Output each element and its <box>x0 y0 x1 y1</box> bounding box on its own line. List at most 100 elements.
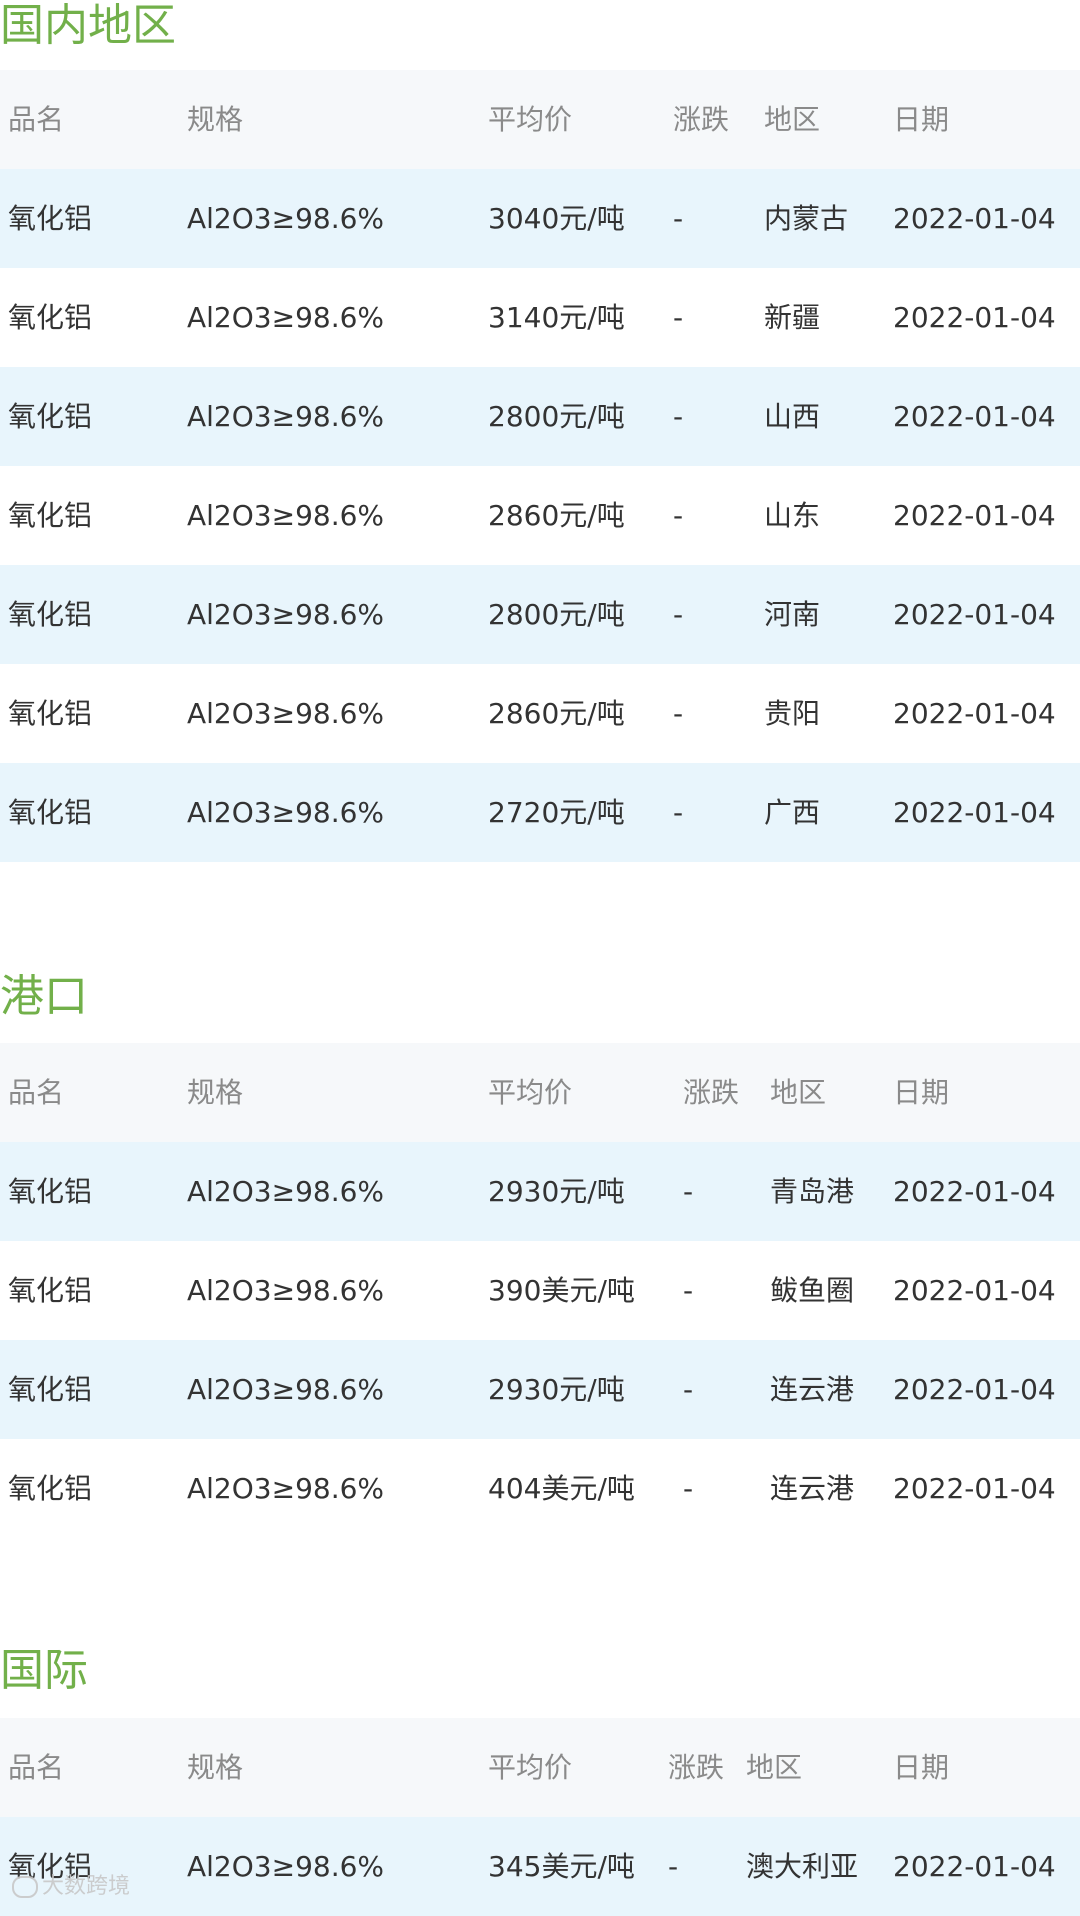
cell-spec: Al2O3≥98.6% <box>187 796 385 829</box>
cell-change: - <box>673 499 684 532</box>
cell-region: 鲅鱼圈 <box>770 1274 855 1307</box>
cell-price: 2800元/吨 <box>488 598 625 631</box>
section-title-international: 国际 <box>0 1645 88 1696</box>
cell-date: 2022-01-04 <box>893 400 1056 433</box>
cell-region: 青岛港 <box>770 1175 855 1208</box>
cell-price: 404美元/吨 <box>488 1472 635 1505</box>
price-table-domestic: 品名 规格 平均价 涨跌 地区 日期 氧化铝 Al2O3≥98.6% 3040元… <box>0 70 1080 862</box>
cell-date: 2022-01-04 <box>893 796 1056 829</box>
cell-date: 2022-01-04 <box>893 202 1056 235</box>
cell-region: 内蒙古 <box>764 202 849 235</box>
cell-region: 新疆 <box>764 301 821 334</box>
cell-price: 390美元/吨 <box>488 1274 635 1307</box>
cell-date: 2022-01-04 <box>893 1472 1056 1505</box>
cell-region: 河南 <box>764 598 821 631</box>
price-table-port: 品名 规格 平均价 涨跌 地区 日期 氧化铝 Al2O3≥98.6% 2930元… <box>0 1043 1080 1538</box>
cell-spec: Al2O3≥98.6% <box>187 697 385 730</box>
cell-change: - <box>673 796 684 829</box>
cell-region: 连云港 <box>770 1373 855 1406</box>
cell-change: - <box>673 697 684 730</box>
cell-spec: Al2O3≥98.6% <box>187 1373 385 1406</box>
cell-name: 氧化铝 <box>8 1373 93 1406</box>
section-title-port: 港口 <box>0 971 88 1022</box>
cell-spec: Al2O3≥98.6% <box>187 1472 385 1505</box>
cell-price: 2930元/吨 <box>488 1373 625 1406</box>
table-row: 氧化铝 Al2O3≥98.6% 404美元/吨 - 连云港 2022-01-04 <box>0 1439 1080 1538</box>
cell-price: 345美元/吨 <box>488 1850 635 1883</box>
table-row: 氧化铝 Al2O3≥98.6% 3040元/吨 - 内蒙古 2022-01-04 <box>0 169 1080 268</box>
header-price: 平均价 <box>488 103 573 136</box>
cell-spec: Al2O3≥98.6% <box>187 499 385 532</box>
header-date: 日期 <box>893 1076 950 1109</box>
cell-name: 氧化铝 <box>8 796 93 829</box>
table-row: 氧化铝 Al2O3≥98.6% 2860元/吨 - 贵阳 2022-01-04 <box>0 664 1080 763</box>
header-change: 涨跌 <box>668 1751 725 1784</box>
cell-spec: Al2O3≥98.6% <box>187 1274 385 1307</box>
table-row: 氧化铝 Al2O3≥98.6% 2800元/吨 - 山西 2022-01-04 <box>0 367 1080 466</box>
cell-name: 氧化铝 <box>8 1175 93 1208</box>
cell-region: 广西 <box>764 796 821 829</box>
cell-change: - <box>683 1373 694 1406</box>
table-row: 氧化铝 Al2O3≥98.6% 390美元/吨 - 鲅鱼圈 2022-01-04 <box>0 1241 1080 1340</box>
table-header-row: 品名 规格 平均价 涨跌 地区 日期 <box>0 70 1080 169</box>
table-row: 氧化铝 Al2O3≥98.6% 345美元/吨 - 澳大利亚 2022-01-0… <box>0 1817 1080 1916</box>
table-row: 氧化铝 Al2O3≥98.6% 2930元/吨 - 青岛港 2022-01-04 <box>0 1142 1080 1241</box>
cell-name: 氧化铝 <box>8 598 93 631</box>
header-name: 品名 <box>8 1751 65 1784</box>
table-row: 氧化铝 Al2O3≥98.6% 3140元/吨 - 新疆 2022-01-04 <box>0 268 1080 367</box>
cell-date: 2022-01-04 <box>893 1274 1056 1307</box>
header-price: 平均价 <box>488 1076 573 1109</box>
header-region: 地区 <box>746 1751 803 1784</box>
header-region: 地区 <box>764 103 821 136</box>
watermark: 大数跨境 <box>12 1876 130 1898</box>
header-date: 日期 <box>893 1751 950 1784</box>
cell-spec: Al2O3≥98.6% <box>187 598 385 631</box>
cell-price: 2860元/吨 <box>488 697 625 730</box>
cell-name: 氧化铝 <box>8 301 93 334</box>
cell-spec: Al2O3≥98.6% <box>187 202 385 235</box>
cell-region: 澳大利亚 <box>746 1850 859 1883</box>
header-spec: 规格 <box>187 1751 244 1784</box>
cell-change: - <box>673 301 684 334</box>
header-spec: 规格 <box>187 103 244 136</box>
cell-change: - <box>683 1175 694 1208</box>
cell-change: - <box>673 400 684 433</box>
cell-name: 氧化铝 <box>8 400 93 433</box>
cell-spec: Al2O3≥98.6% <box>187 1175 385 1208</box>
cell-price: 2930元/吨 <box>488 1175 625 1208</box>
cell-name: 氧化铝 <box>8 499 93 532</box>
table-header-row: 品名 规格 平均价 涨跌 地区 日期 <box>0 1718 1080 1817</box>
cell-date: 2022-01-04 <box>893 1850 1056 1883</box>
cell-name: 氧化铝 <box>8 697 93 730</box>
cell-price: 3140元/吨 <box>488 301 625 334</box>
cell-price: 2800元/吨 <box>488 400 625 433</box>
cell-date: 2022-01-04 <box>893 697 1056 730</box>
cell-name: 氧化铝 <box>8 1472 93 1505</box>
cell-region: 贵阳 <box>764 697 821 730</box>
cell-price: 2860元/吨 <box>488 499 625 532</box>
cell-name: 氧化铝 <box>8 202 93 235</box>
cell-region: 连云港 <box>770 1472 855 1505</box>
header-price: 平均价 <box>488 1751 573 1784</box>
header-change: 涨跌 <box>683 1076 740 1109</box>
watermark-logo-icon <box>12 1876 38 1898</box>
cell-change: - <box>683 1472 694 1505</box>
header-region: 地区 <box>770 1076 827 1109</box>
table-header-row: 品名 规格 平均价 涨跌 地区 日期 <box>0 1043 1080 1142</box>
cell-price: 2720元/吨 <box>488 796 625 829</box>
cell-date: 2022-01-04 <box>893 1175 1056 1208</box>
cell-spec: Al2O3≥98.6% <box>187 301 385 334</box>
cell-change: - <box>668 1850 679 1883</box>
cell-change: - <box>673 598 684 631</box>
table-row: 氧化铝 Al2O3≥98.6% 2860元/吨 - 山东 2022-01-04 <box>0 466 1080 565</box>
cell-change: - <box>673 202 684 235</box>
table-row: 氧化铝 Al2O3≥98.6% 2720元/吨 - 广西 2022-01-04 <box>0 763 1080 862</box>
cell-price: 3040元/吨 <box>488 202 625 235</box>
cell-spec: Al2O3≥98.6% <box>187 1850 385 1883</box>
header-change: 涨跌 <box>673 103 730 136</box>
cell-change: - <box>683 1274 694 1307</box>
header-date: 日期 <box>893 103 950 136</box>
header-name: 品名 <box>8 1076 65 1109</box>
cell-region: 山东 <box>764 499 821 532</box>
cell-spec: Al2O3≥98.6% <box>187 400 385 433</box>
